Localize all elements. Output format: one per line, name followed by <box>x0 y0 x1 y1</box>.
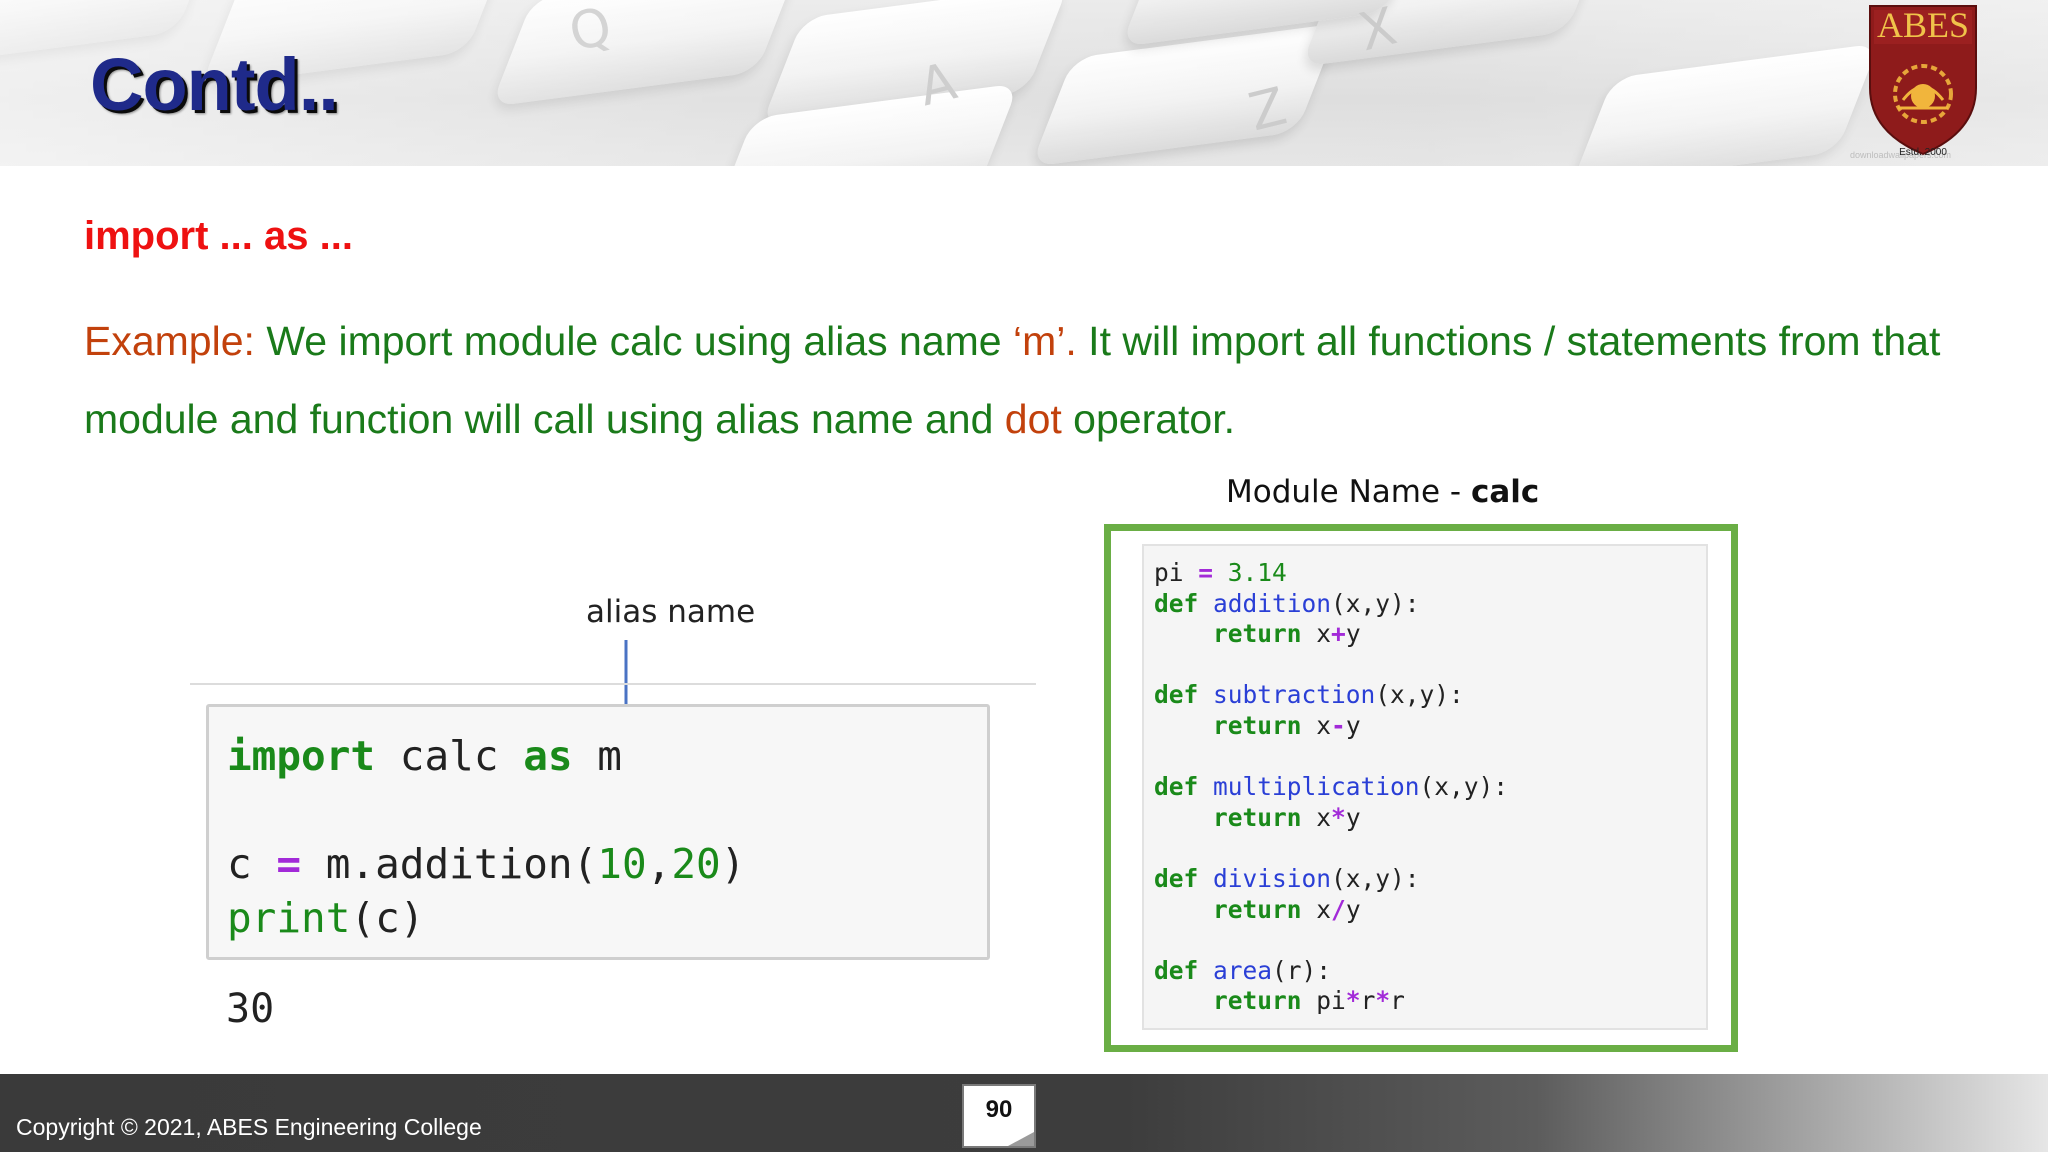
page-number: 90 <box>985 1096 1013 1123</box>
code-line: def subtraction(x,y): <box>1154 680 1464 710</box>
module-name: calc <box>1470 474 1540 510</box>
code-line: return pi*r*r <box>1213 986 1405 1016</box>
page-curl-icon <box>1008 1132 1034 1146</box>
paragraph-text: operator. <box>1061 396 1235 442</box>
header-banner: Q A Z X Contd.. downloadwallpapers.com A… <box>0 0 2048 166</box>
code-block: import calc as m c = m.addition(10,20) p… <box>227 729 745 945</box>
code-line: def area(r): <box>1154 955 1332 985</box>
abes-logo: ABES Estd. 2000 <box>1868 4 1978 158</box>
code-cell[interactable]: import calc as m c = m.addition(10,20) p… <box>206 704 990 960</box>
alias-name-annotation: alias name <box>586 594 756 630</box>
page-number-box: 90 <box>962 1084 1036 1148</box>
dot-word: dot <box>1004 396 1062 442</box>
code-line: c = m.addition(10,20) <box>227 840 746 888</box>
example-label: Example: <box>84 318 255 364</box>
section-subheading: import ... as ... <box>84 214 353 258</box>
paragraph-text: We import module calc using alias name <box>254 318 1014 364</box>
module-caption-prefix: Module Name - <box>1226 474 1471 510</box>
logo-established: Estd. 2000 <box>1899 147 1947 158</box>
code-line: def multiplication(x,y): <box>1154 772 1509 802</box>
code-line: return x+y <box>1213 619 1361 649</box>
module-code-block: pi = 3.14 def addition(x,y): return x+y … <box>1154 558 1508 1017</box>
code-line: import calc as m <box>227 732 622 780</box>
alias-quote: ‘m’. <box>1013 318 1077 364</box>
code-line: print(c) <box>227 894 425 942</box>
example-paragraph: Example: We import module calc using ali… <box>84 302 1984 458</box>
code-line: pi = 3.14 <box>1154 558 1287 587</box>
code-line: def addition(x,y): <box>1154 588 1420 618</box>
footer-bar: Copyright © 2021, ABES Engineering Colle… <box>0 1074 2048 1152</box>
code-line: def division(x,y): <box>1154 863 1420 893</box>
copyright-text: Copyright © 2021, ABES Engineering Colle… <box>16 1114 482 1140</box>
divider <box>190 683 1036 685</box>
logo-text: ABES <box>1876 5 1970 45</box>
code-line: return x-y <box>1213 710 1361 740</box>
cell-output: 30 <box>226 986 275 1032</box>
module-caption: Module Name - calc <box>1226 474 1539 510</box>
code-line: return x/y <box>1213 894 1361 924</box>
slide-title: Contd.. <box>90 43 339 126</box>
code-line: return x*y <box>1213 802 1361 832</box>
module-code-cell: pi = 3.14 def addition(x,y): return x+y … <box>1142 544 1708 1030</box>
